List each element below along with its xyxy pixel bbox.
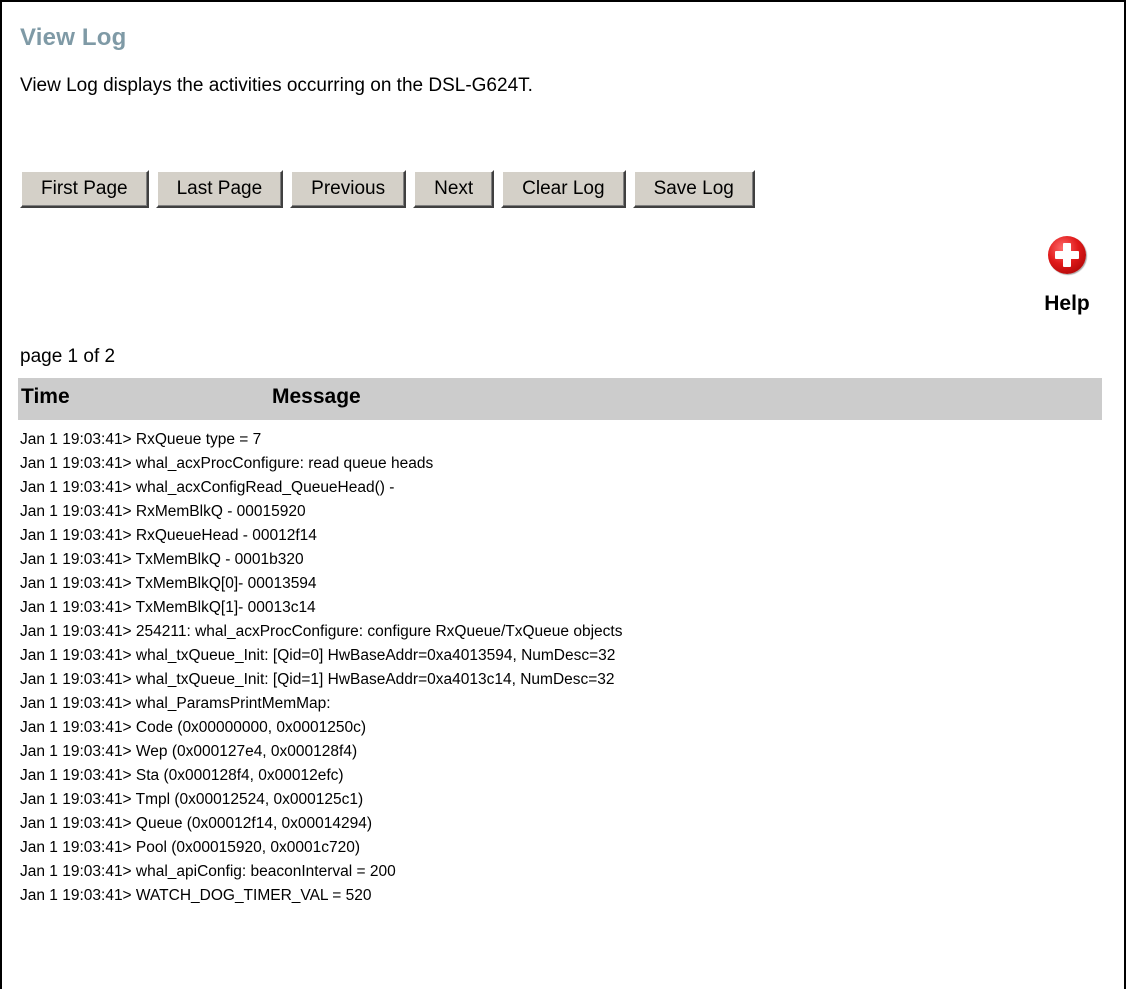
page-indicator: page 1 of 2: [20, 346, 116, 367]
log-entry: Jan 1 19:03:41> Queue (0x00012f14, 0x000…: [20, 815, 373, 832]
log-entry: Jan 1 19:03:41> Wep (0x000127e4, 0x00012…: [20, 743, 358, 760]
log-entry: Jan 1 19:03:41> RxQueue type = 7: [20, 431, 262, 448]
plus-circle-icon: [1048, 236, 1086, 274]
log-entry: Jan 1 19:03:41> whal_txQueue_Init: [Qid=…: [20, 671, 615, 688]
page-title: View Log: [20, 24, 127, 51]
clear-log-button[interactable]: Clear Log: [501, 170, 626, 208]
log-entry: Jan 1 19:03:41> RxMemBlkQ - 00015920: [20, 503, 306, 520]
log-entry: Jan 1 19:03:41> whal_acxConfigRead_Queue…: [20, 479, 395, 496]
log-entries: Jan 1 19:03:41> RxQueue type = 7 Jan 1 1…: [20, 428, 622, 908]
save-log-button[interactable]: Save Log: [632, 170, 755, 208]
next-button[interactable]: Next: [413, 170, 495, 208]
log-entry: Jan 1 19:03:41> RxQueueHead - 00012f14: [20, 527, 317, 544]
help-link[interactable]: Help: [1034, 236, 1100, 316]
log-entry: Jan 1 19:03:41> whal_apiConfig: beaconIn…: [20, 863, 396, 880]
last-page-button[interactable]: Last Page: [155, 170, 284, 208]
message-column-header: Message: [272, 385, 361, 408]
log-entry: Jan 1 19:03:41> Pool (0x00015920, 0x0001…: [20, 839, 360, 856]
log-entry: Jan 1 19:03:41> 254211: whal_acxProcConf…: [20, 623, 623, 640]
log-entry: Jan 1 19:03:41> Tmpl (0x00012524, 0x0001…: [20, 791, 364, 808]
log-entry: Jan 1 19:03:41> TxMemBlkQ[0]- 00013594: [20, 575, 317, 592]
log-entry: Jan 1 19:03:41> WATCH_DOG_TIMER_VAL = 52…: [20, 887, 372, 904]
log-entry: Jan 1 19:03:41> Sta (0x000128f4, 0x00012…: [20, 767, 344, 784]
page-description: View Log displays the activities occurri…: [20, 75, 533, 96]
log-entry: Jan 1 19:03:41> TxMemBlkQ[1]- 00013c14: [20, 599, 316, 616]
previous-button[interactable]: Previous: [290, 170, 407, 208]
log-entry: Jan 1 19:03:41> whal_ParamsPrintMemMap:: [20, 695, 331, 712]
log-table-header: Time Message: [18, 378, 1102, 420]
log-entry: Jan 1 19:03:41> Code (0x00000000, 0x0001…: [20, 719, 367, 736]
help-label: Help: [1044, 292, 1090, 315]
log-toolbar: First Page Last Page Previous Next Clear…: [20, 170, 755, 208]
time-column-header: Time: [21, 385, 70, 408]
log-entry: Jan 1 19:03:41> whal_txQueue_Init: [Qid=…: [20, 647, 616, 664]
log-entry: Jan 1 19:03:41> whal_acxProcConfigure: r…: [20, 455, 434, 472]
log-entry: Jan 1 19:03:41> TxMemBlkQ - 0001b320: [20, 551, 304, 568]
first-page-button[interactable]: First Page: [20, 170, 149, 208]
